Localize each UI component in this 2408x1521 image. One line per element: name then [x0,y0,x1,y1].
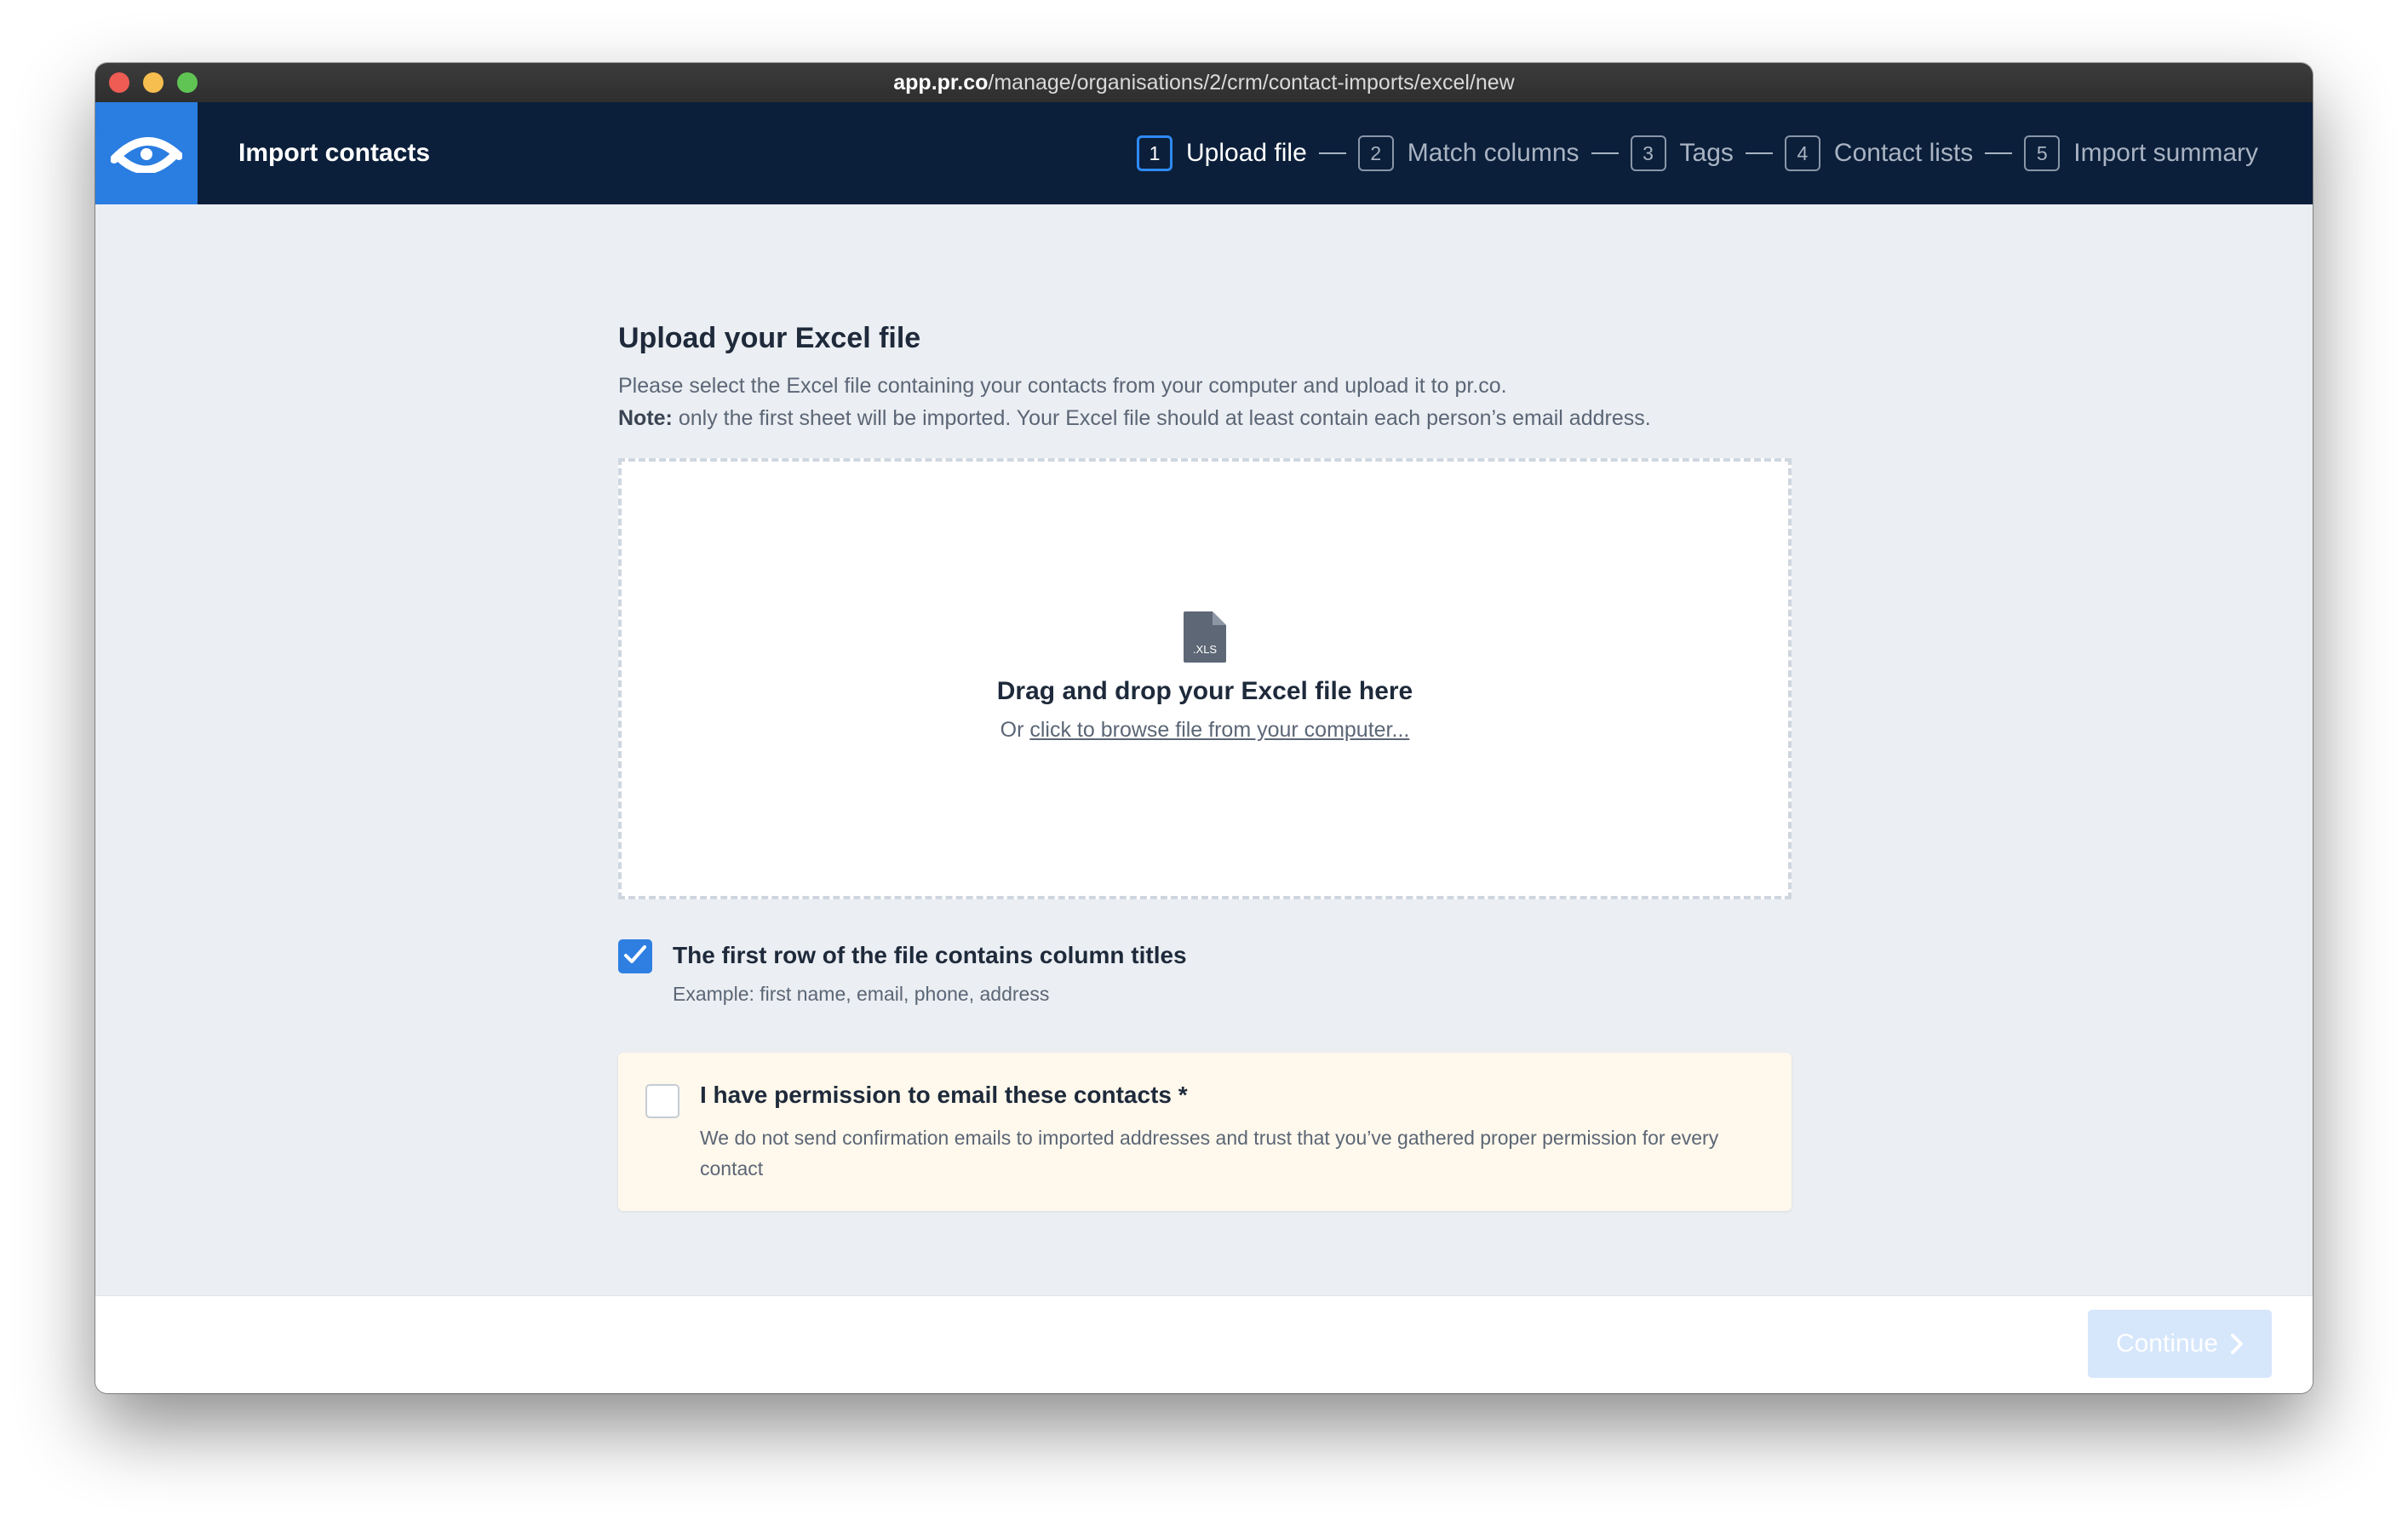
section-description: Please select the Excel file containing … [618,370,1651,434]
file-icon-label: .XLS [1193,643,1218,656]
dropzone-content: .XLS Drag and drop your Excel file here … [622,610,1788,743]
app-header: Import contacts 1 Upload file 2 Match co… [95,102,2313,204]
first-row-titles-hint: Example: first name, email, phone, addre… [673,983,1050,1005]
continue-label: Continue [2115,1329,2219,1357]
first-row-titles-checkbox[interactable] [618,939,652,973]
continue-button[interactable]: Continue [2088,1310,2272,1378]
note-line: Note: only the first sheet will be impor… [618,402,1651,434]
file-dropzone[interactable]: .XLS Drag and drop your Excel file here … [618,458,1792,899]
permission-panel: I have permission to email these contact… [618,1053,1792,1211]
step-label: Match columns [1407,139,1580,167]
step-number: 5 [2024,135,2061,171]
step-label: Import summary [2073,139,2258,167]
step-number: 4 [1784,135,1820,171]
email-permission-hint: We do not send confirmation emails to im… [700,1127,1719,1179]
url-path: /manage/organisations/2/crm/contact-impo… [988,71,1515,95]
step-number: 2 [1357,135,1394,171]
step-tags: 3 Tags [1630,135,1734,171]
step-separator [1985,152,2013,154]
chevron-right-icon [2230,1333,2244,1355]
logo[interactable] [95,102,198,204]
step-match-columns: 2 Match columns [1357,135,1580,171]
browse-file-link[interactable]: click to browse file from your computer.… [1029,718,1409,742]
description-text: Please select the Excel file containing … [618,374,1507,398]
browser-window: app.pr.co/manage/organisations/2/crm/con… [95,63,2313,1393]
pr-co-logo-icon [110,130,183,177]
url-host: app.pr.co [893,71,989,95]
xls-file-icon: .XLS [1182,610,1228,669]
step-separator [1318,152,1346,154]
step-import-summary: 5 Import summary [2024,135,2258,171]
dropzone-subtext: Or click to browse file from your comput… [622,718,1788,743]
step-upload-file: 1 Upload file [1137,135,1307,171]
step-number: 3 [1630,135,1666,171]
step-label: Tags [1679,139,1734,167]
first-row-titles-label[interactable]: The first row of the file contains colum… [673,942,1187,969]
footer-bar: Continue [95,1295,2313,1393]
page-title: Import contacts [238,139,431,167]
note-label: Note: [618,406,673,430]
checkmark-icon [623,944,647,969]
address-bar[interactable]: app.pr.co/manage/organisations/2/crm/con… [95,63,2313,102]
step-label: Contact lists [1833,139,1974,167]
step-number: 1 [1137,135,1173,171]
step-contact-lists: 4 Contact lists [1784,135,1974,171]
step-indicator: 1 Upload file 2 Match columns 3 Tags 4 C… [1137,102,2258,204]
browser-titlebar: app.pr.co/manage/organisations/2/crm/con… [95,63,2313,103]
section-heading: Upload your Excel file [618,322,921,354]
email-permission-checkbox[interactable] [645,1084,679,1118]
step-separator [1745,152,1773,154]
step-separator [1591,152,1619,154]
email-permission-label[interactable]: I have permission to email these contact… [700,1082,1188,1109]
dropzone-or: Or [1000,718,1030,742]
dropzone-title: Drag and drop your Excel file here [996,677,1413,705]
note-text: only the first sheet will be imported. Y… [672,406,1651,430]
step-label: Upload file [1186,139,1307,167]
